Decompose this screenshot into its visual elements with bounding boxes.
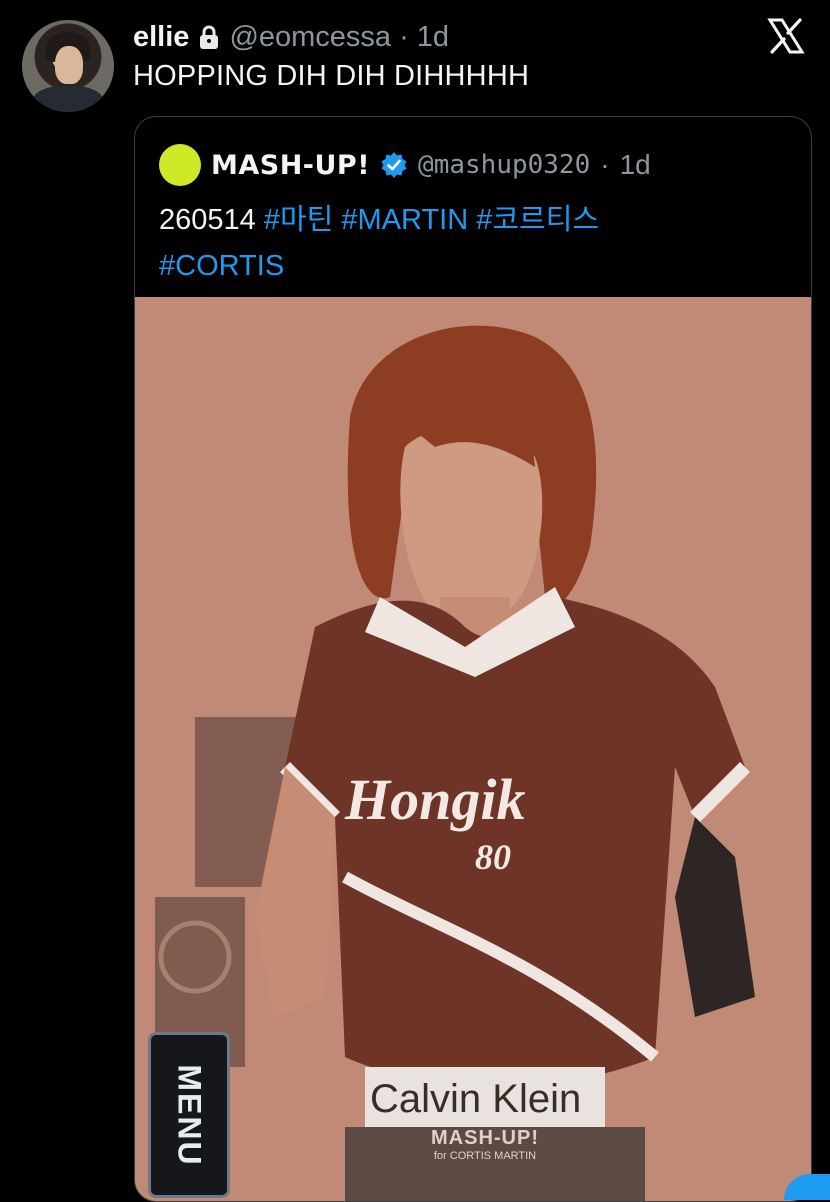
hashtag-link[interactable]: #마틴 (264, 204, 334, 236)
x-logo-icon[interactable] (766, 16, 806, 56)
avatar-body (32, 86, 104, 112)
quoted-tweet-card[interactable]: MASH-UP! @mashup0320 · 1d 260514 #마틴 #MA… (134, 116, 812, 1202)
quoted-display-name[interactable]: MASH-UP! (211, 150, 370, 181)
photo-illustration: Hongik 80 Calvin Klein (135, 297, 811, 1201)
quoted-separator: · (600, 149, 610, 180)
hashtag-link[interactable]: #CORTIS (159, 250, 284, 282)
shirt-logo-text: Hongik (344, 767, 526, 832)
quoted-timestamp[interactable]: 1d (620, 149, 651, 181)
separator: · (399, 20, 409, 53)
menu-badge-label: MENU (171, 1063, 208, 1167)
verified-icon (380, 151, 408, 179)
quoted-avatar[interactable] (159, 144, 201, 186)
hashtag-link[interactable]: #코르티스 (476, 204, 599, 236)
quoted-handle[interactable]: @mashup0320 (418, 150, 590, 180)
hashtag-link[interactable]: #MARTIN (341, 204, 468, 236)
avatar[interactable] (22, 20, 114, 112)
photo-watermark: MASH-UP! for CORTIS MARTIN (405, 1127, 565, 1162)
shirt-number-text: 80 (475, 837, 511, 877)
watermark-subtitle: for CORTIS MARTIN (433, 1150, 537, 1162)
quoted-tweet-header: MASH-UP! @mashup0320 · 1d (159, 143, 651, 187)
lock-icon (197, 24, 221, 50)
waistband-text: Calvin Klein (370, 1077, 581, 1121)
tweet-header: ellie @eomcessa · 1d (133, 18, 449, 56)
menu-badge: MENU (148, 1032, 230, 1198)
handle[interactable]: @eomcessa (229, 21, 391, 54)
tweet-photo[interactable]: Hongik 80 Calvin Klein MENU MASH-UP! for… (135, 297, 811, 1201)
quoted-text-date: 260514 (159, 204, 256, 236)
avatar-face (55, 46, 83, 84)
tweet-text: HOPPING DIH DIH DIHHHHH (133, 60, 530, 92)
display-name[interactable]: ellie (133, 21, 189, 54)
timestamp[interactable]: 1d (417, 21, 449, 54)
watermark-title: MASH-UP! (431, 1127, 539, 1149)
quoted-tweet-text: 260514 #마틴 #MARTIN #코르티스 #CORTIS (159, 197, 779, 289)
